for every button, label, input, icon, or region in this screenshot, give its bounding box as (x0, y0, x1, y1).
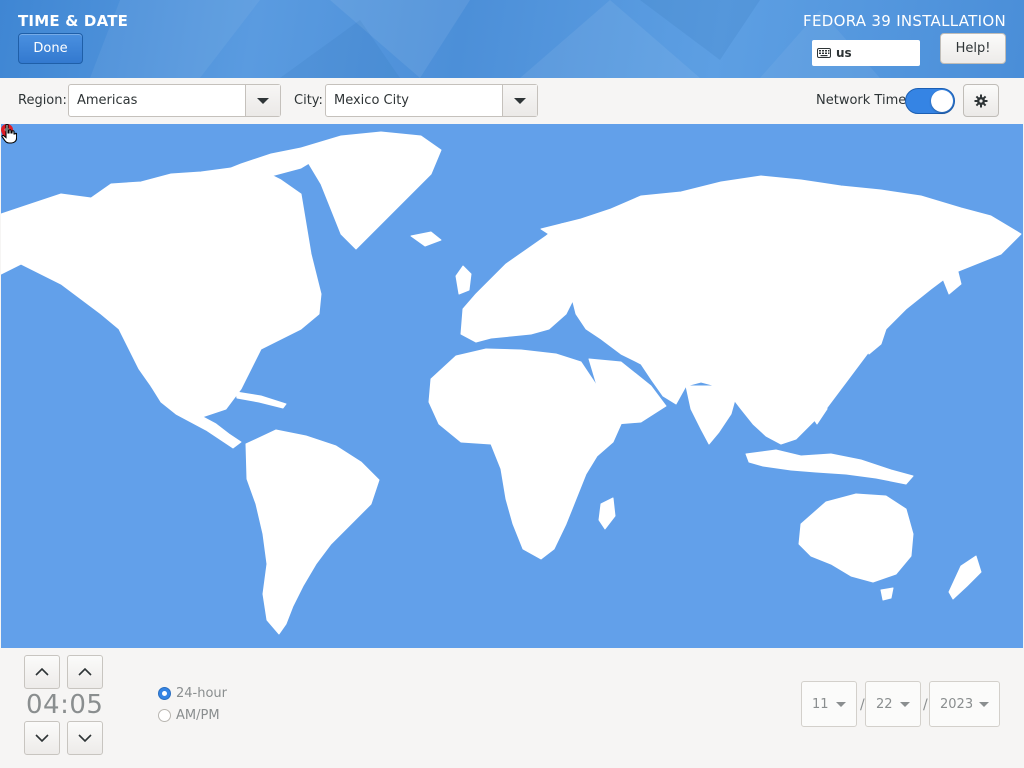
installation-title: FEDORA 39 INSTALLATION (803, 12, 1006, 30)
date-separator: / (860, 697, 865, 713)
southeast-asia-islands (745, 449, 914, 485)
caribbean-islands (235, 391, 287, 409)
region-label: Region: (18, 93, 67, 108)
tasmania (880, 587, 894, 601)
iceland (410, 231, 442, 247)
format-ampm-label: AM/PM (176, 708, 220, 723)
time-display: 04:05 (26, 690, 103, 720)
day-dropdown[interactable]: 22 (865, 681, 921, 727)
minutes-value[interactable]: 05 (69, 690, 103, 720)
australia (798, 493, 914, 583)
region-dropdown[interactable]: Americas (68, 84, 281, 117)
city-dropdown-arrow[interactable] (502, 85, 537, 116)
done-button[interactable]: Done (18, 33, 83, 64)
year-dropdown[interactable]: 2023 (929, 681, 1000, 727)
chevron-down-icon (35, 734, 49, 742)
hour-up-button[interactable] (24, 655, 60, 689)
ntp-settings-button[interactable] (963, 84, 999, 117)
format-24h-label: 24-hour (176, 686, 228, 701)
chevron-down-icon (257, 97, 269, 104)
switch-knob (931, 90, 953, 112)
help-button[interactable]: Help! (940, 33, 1006, 64)
continent-south-america (245, 429, 380, 635)
keyboard-layout-indicator[interactable]: us (812, 40, 920, 66)
chevron-down-icon (900, 701, 910, 707)
indian-subcontinent (685, 385, 737, 445)
continent-africa (428, 348, 622, 560)
gear-icon (974, 94, 988, 107)
minute-down-button[interactable] (67, 721, 103, 755)
keyboard-icon (817, 48, 831, 58)
hours-value[interactable]: 04 (26, 690, 60, 720)
page-title: TIME & DATE (18, 12, 129, 30)
new-zealand (948, 555, 982, 600)
chevron-down-icon (979, 701, 989, 707)
header-bar: TIME & DATE Done FEDORA 39 INSTALLATION … (0, 0, 1024, 78)
hand-cursor-icon (1, 124, 17, 144)
chevron-down-icon (78, 734, 92, 742)
network-time-label: Network Time (816, 93, 907, 108)
chevron-down-icon (836, 701, 846, 707)
great-britain (455, 265, 472, 295)
format-24h-option[interactable]: 24-hour (158, 686, 227, 701)
month-dropdown[interactable]: 11 (801, 681, 857, 727)
chevron-down-icon (514, 97, 526, 104)
time-separator: : (60, 690, 70, 720)
timezone-map[interactable] (1, 124, 1023, 648)
format-ampm-option[interactable]: AM/PM (158, 708, 220, 723)
city-value: Mexico City (334, 93, 410, 108)
radio-ampm[interactable] (158, 709, 171, 722)
region-dropdown-arrow[interactable] (245, 85, 280, 116)
chevron-up-icon (78, 668, 92, 676)
city-dropdown[interactable]: Mexico City (325, 84, 538, 117)
network-time-switch[interactable] (905, 88, 955, 114)
month-value: 11 (812, 696, 829, 712)
radio-24h[interactable] (158, 687, 171, 700)
madagascar (598, 497, 616, 530)
chevron-up-icon (35, 668, 49, 676)
year-value: 2023 (940, 696, 974, 712)
day-value: 22 (876, 696, 893, 712)
continent-north-america (1, 167, 322, 420)
region-value: Americas (77, 93, 138, 108)
greenland (300, 131, 442, 250)
keyboard-layout-label: us (836, 46, 852, 60)
city-label: City: (294, 93, 323, 108)
world-map (1, 131, 1022, 635)
hour-down-button[interactable] (24, 721, 60, 755)
date-separator: / (923, 697, 928, 713)
minute-up-button[interactable] (67, 655, 103, 689)
